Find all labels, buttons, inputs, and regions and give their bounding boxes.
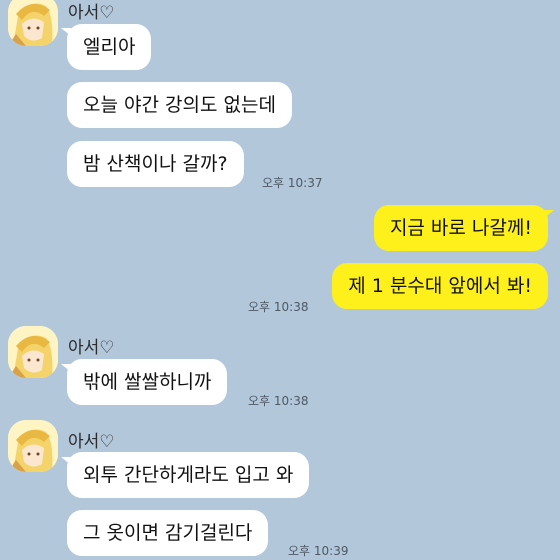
outgoing-message[interactable]: 지금 바로 나갈께! — [373, 205, 548, 251]
message-timestamp: 오후 10:39 — [288, 544, 349, 558]
incoming-message[interactable]: 밤 산책이나 갈까? — [67, 141, 244, 187]
sender-name: 아서♡ — [68, 338, 115, 358]
message-timestamp: 오후 10:37 — [262, 176, 323, 190]
incoming-message[interactable]: 오늘 야간 강의도 없는데 — [67, 82, 292, 128]
incoming-message[interactable]: 밖에 쌀쌀하니까 — [67, 359, 228, 405]
sender-name: 아서♡ — [68, 3, 115, 23]
incoming-message[interactable]: 엘리아 — [67, 24, 152, 70]
sender-avatar[interactable] — [8, 0, 58, 46]
incoming-message[interactable]: 그 옷이면 감기걸린다 — [67, 510, 269, 556]
incoming-message[interactable]: 외투 간단하게라도 입고 와 — [67, 452, 310, 498]
message-timestamp: 오후 10:38 — [248, 394, 309, 408]
outgoing-message[interactable]: 제 1 분수대 앞에서 봐! — [332, 263, 548, 309]
sender-avatar[interactable] — [8, 420, 58, 472]
sender-name: 아서♡ — [68, 432, 115, 452]
sender-avatar[interactable] — [8, 326, 58, 378]
message-timestamp: 오후 10:38 — [248, 300, 309, 314]
